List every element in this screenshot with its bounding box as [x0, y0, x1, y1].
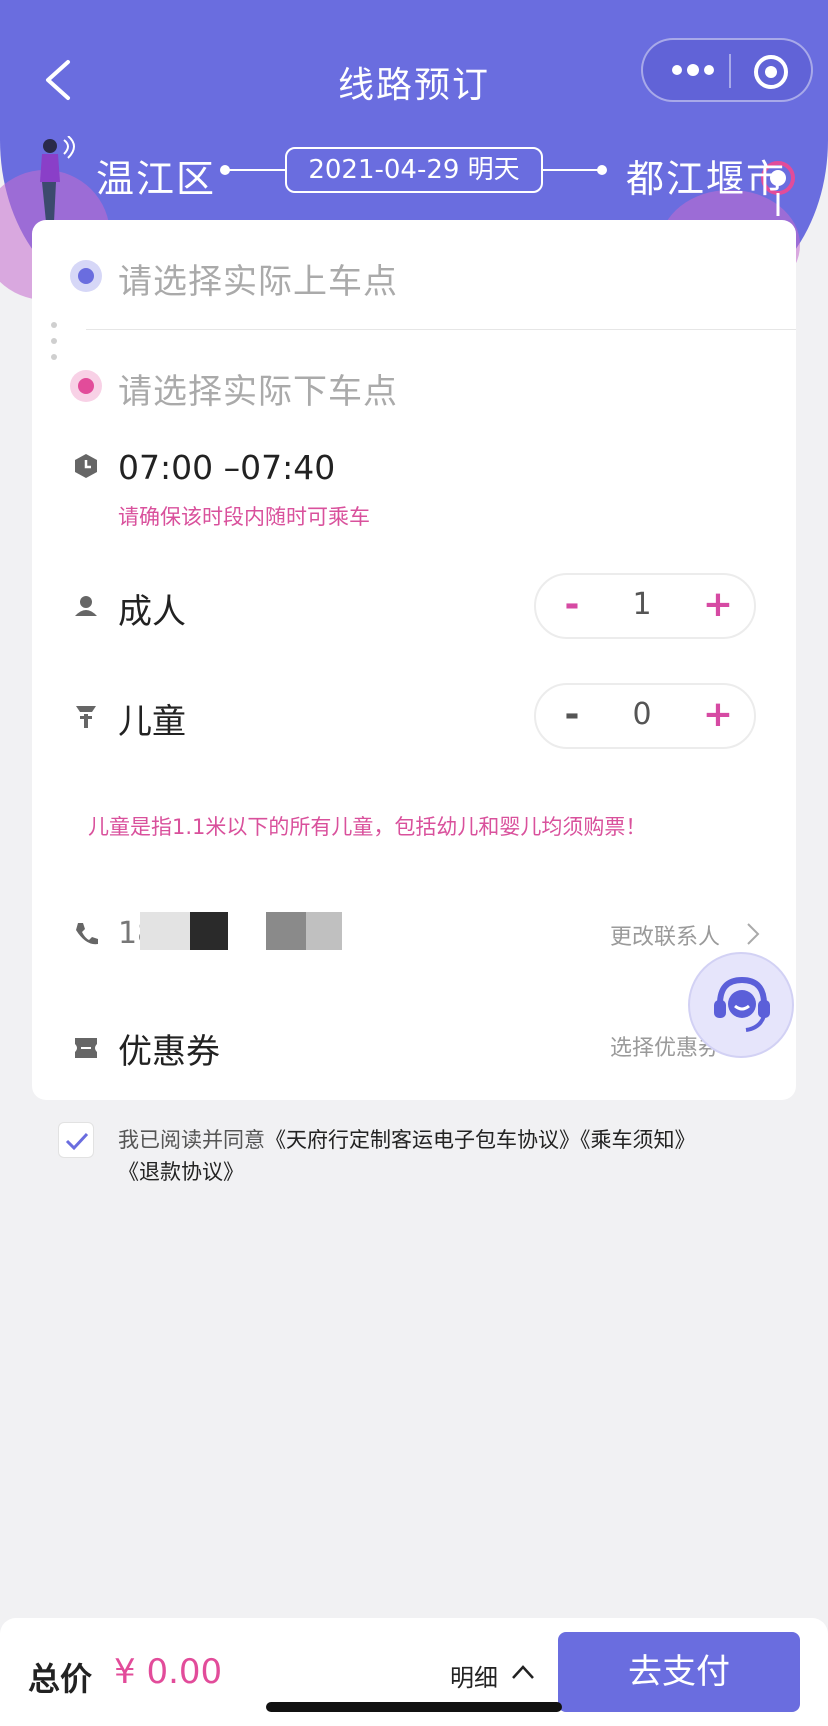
price-detail-toggle[interactable]: 明细: [450, 1658, 498, 1693]
route-summary: 温江区 2021-04-29 明天 都江堰市: [0, 140, 828, 201]
child-icon: [76, 706, 96, 728]
adult-plus-button[interactable]: +: [698, 585, 738, 625]
capsule-divider: [729, 54, 731, 88]
stop-separator: [86, 329, 796, 330]
dropoff-point-selector[interactable]: 请选择实际下车点: [32, 346, 796, 426]
agreement-prefix: 我已阅读并同意: [118, 1128, 265, 1152]
route-line-left: [226, 169, 286, 171]
total-price: ¥ 0.00: [114, 1652, 223, 1692]
adult-minus-button[interactable]: -: [552, 585, 592, 625]
mini-program-capsule: [641, 38, 813, 102]
change-contact-link[interactable]: 更改联系人: [610, 919, 720, 951]
dropoff-placeholder: 请选择实际下车点: [118, 372, 398, 412]
coupon-icon: [75, 1038, 97, 1058]
child-stepper: - 0 +: [534, 683, 756, 749]
more-dots-icon[interactable]: [665, 50, 721, 90]
coupon-label: 优惠券: [118, 1032, 220, 1072]
phone-icon: [76, 923, 98, 945]
chevron-up-icon[interactable]: [510, 1662, 536, 1682]
pickup-dot-icon: [70, 260, 102, 292]
agreement-checkbox[interactable]: [58, 1122, 94, 1158]
child-label: 儿童: [118, 702, 186, 742]
phone-mask-block: [190, 912, 228, 950]
child-minus-button[interactable]: -: [552, 695, 592, 735]
home-indicator: [266, 1702, 562, 1712]
chevron-right-icon: [747, 923, 760, 945]
phone-mask-block: [140, 912, 190, 950]
phone-mask-block: [266, 912, 306, 950]
agreement-text: 我已阅读并同意《天府行定制客运电子包车协议》《乘车须知》《退款协议》: [118, 1124, 758, 1188]
route-line-right: [543, 169, 601, 171]
navigation-bar: 线路预订: [0, 30, 828, 130]
pay-button[interactable]: 去支付: [558, 1632, 800, 1712]
departure-city: 温江区: [96, 157, 217, 201]
checkmark-icon: [65, 1132, 89, 1151]
customer-service-button[interactable]: [688, 952, 794, 1058]
pickup-point-selector[interactable]: 请选择实际上车点: [32, 236, 796, 316]
child-plus-button[interactable]: +: [698, 695, 738, 735]
child-ticket-note: 儿童是指1.1米以下的所有儿童，包括幼儿和婴儿均须购票！: [88, 815, 647, 839]
clock-icon: [75, 454, 97, 478]
refund-agreement-link[interactable]: 《退款协议》: [118, 1160, 244, 1184]
child-count: 0: [632, 697, 652, 732]
adult-count: 1: [632, 587, 652, 622]
total-label: 总价: [28, 1660, 93, 1698]
route-dot-right: [597, 165, 607, 175]
adult-stepper: - 1 +: [534, 573, 756, 639]
adult-label: 成人: [118, 592, 186, 632]
time-note: 请确保该时段内随时可乘车: [118, 505, 370, 529]
boarding-notice-link[interactable]: 《乘车须知》: [580, 1128, 696, 1152]
destination-city: 都江堰市: [626, 157, 787, 201]
time-range: 07:00 –07:40: [118, 448, 336, 487]
travel-date[interactable]: 2021-04-29 明天: [285, 147, 543, 193]
pickup-placeholder: 请选择实际上车点: [118, 262, 398, 302]
headset-icon: [714, 976, 770, 1032]
dropoff-dot-icon: [70, 370, 102, 402]
close-target-icon[interactable]: [751, 52, 791, 92]
adult-icon: [75, 596, 97, 616]
charter-agreement-link[interactable]: 《天府行定制客运电子包车协议》: [265, 1128, 580, 1152]
phone-mask-block: [306, 912, 342, 950]
